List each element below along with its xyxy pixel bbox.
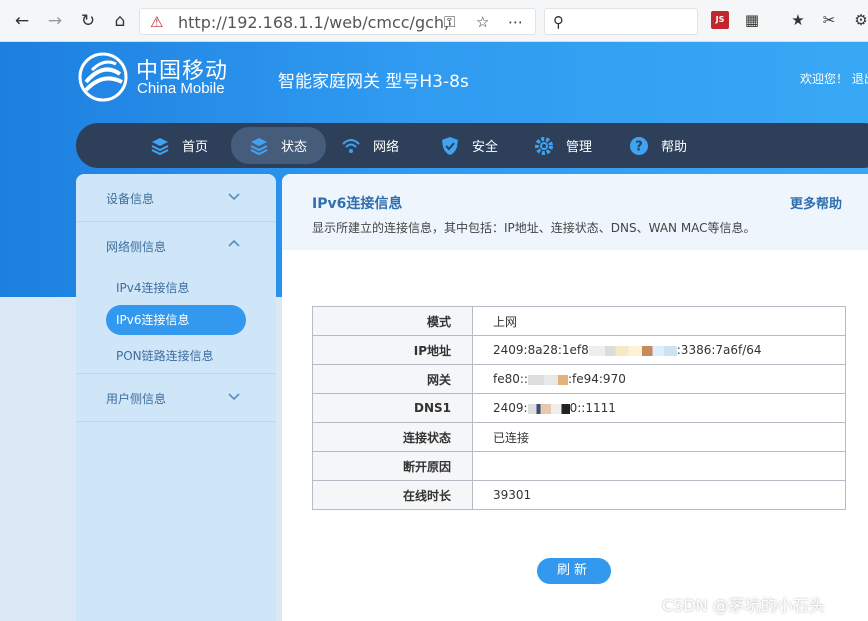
wifi-icon bbox=[342, 138, 360, 153]
row-value: 已连接 bbox=[472, 422, 846, 452]
nav-network-label: 网络 bbox=[373, 140, 400, 155]
row-value bbox=[472, 451, 846, 481]
ip-prefix: 2409:8a28:1ef8 bbox=[493, 343, 589, 357]
help-icon: ? bbox=[630, 136, 648, 155]
redacted-blur bbox=[588, 345, 677, 356]
back-icon[interactable]: ← bbox=[12, 11, 32, 31]
sidebar-group-label: 用户侧信息 bbox=[106, 392, 167, 406]
row-value: 39301 bbox=[472, 480, 846, 510]
redacted-blur bbox=[527, 403, 570, 414]
watermark: CSDN @茅坑的小石头 bbox=[662, 596, 825, 615]
nav-home-label: 首页 bbox=[182, 140, 209, 155]
gear-icon bbox=[535, 136, 553, 155]
nav-management[interactable]: 管理 bbox=[534, 127, 614, 164]
table-row: 网关 fe80:::fe94:970 bbox=[312, 364, 846, 394]
more-help-link[interactable]: 更多帮助 bbox=[790, 193, 842, 212]
sidebar-item-pon[interactable]: PON链路连接信息 bbox=[116, 347, 214, 364]
nav-management-label: 管理 bbox=[566, 140, 593, 155]
row-value: 2409:8a28:1ef8 :3386:7a6f/64 bbox=[472, 335, 846, 365]
table-row: 在线时长 39301 bbox=[312, 480, 846, 510]
main-panel: IPv6连接信息 更多帮助 显示所建立的连接信息，其中包括：IP地址、连接状态、… bbox=[282, 174, 868, 621]
gateway-suffix: :fe94:970 bbox=[567, 372, 626, 386]
nav-home[interactable]: 首页 bbox=[150, 127, 230, 164]
nav-help-label: 帮助 bbox=[661, 140, 688, 155]
row-key: IP地址 bbox=[312, 335, 473, 365]
chevron-up-icon bbox=[228, 239, 240, 247]
sidebar-item-ipv6[interactable]: IPv6连接信息 bbox=[106, 305, 246, 335]
grid-icon[interactable]: ▦ bbox=[743, 11, 761, 29]
chevron-down-icon bbox=[228, 393, 240, 401]
page-description: 显示所建立的连接信息，其中包括：IP地址、连接状态、DNS、WAN MAC等信息… bbox=[312, 221, 756, 235]
table-row: IP地址 2409:8a28:1ef8 :3386:7a6f/64 bbox=[312, 335, 846, 365]
js-extension-icon[interactable]: JS bbox=[711, 11, 729, 29]
forward-icon[interactable]: → bbox=[45, 11, 65, 31]
row-key: 连接状态 bbox=[312, 422, 473, 452]
scissors-icon[interactable]: ✂ bbox=[820, 11, 838, 29]
table-row: DNS1 2409: 0::1111 bbox=[312, 393, 846, 423]
china-mobile-logo-icon bbox=[78, 52, 128, 102]
sidebar-group-network-info[interactable]: 网络侧信息 IPv4连接信息 IPv6连接信息 PON链路连接信息 bbox=[76, 222, 276, 374]
nav-help[interactable]: ? 帮助 bbox=[629, 127, 709, 164]
row-key: DNS1 bbox=[312, 393, 473, 423]
address-bar[interactable]: ⚠ http://192.168.1.1/web/cmcc/gch, ⚿ ☆ ⋯ bbox=[139, 8, 536, 35]
refresh-button[interactable]: 刷新 bbox=[537, 558, 611, 584]
svg-text:?: ? bbox=[635, 139, 643, 154]
ipv6-info-table: 模式 上网 IP地址 2409:8a28:1ef8 :3386:7a6f/64 网… bbox=[312, 306, 846, 510]
row-value: 上网 bbox=[472, 306, 846, 336]
sidebar-group-label: 网络侧信息 bbox=[106, 240, 167, 254]
nav-security-label: 安全 bbox=[472, 140, 499, 155]
key-icon[interactable]: ⚿ bbox=[444, 13, 455, 31]
row-value: fe80:::fe94:970 bbox=[472, 364, 846, 394]
nav-status[interactable]: 状态 bbox=[231, 127, 326, 164]
row-key: 网关 bbox=[312, 364, 473, 394]
page-title: IPv6连接信息 bbox=[312, 196, 403, 212]
sidebar-item-ipv4[interactable]: IPv4连接信息 bbox=[116, 279, 190, 296]
row-key: 断开原因 bbox=[312, 451, 473, 481]
sidebar-group-label: 设备信息 bbox=[106, 192, 155, 206]
url-text: http://192.168.1.1/web/cmcc/gch, bbox=[178, 13, 450, 32]
more-extensions-icon[interactable]: ⚙ bbox=[852, 11, 868, 29]
reload-icon[interactable]: ↻ bbox=[78, 11, 98, 31]
main-header: IPv6连接信息 更多帮助 显示所建立的连接信息，其中包括：IP地址、连接状态、… bbox=[282, 174, 868, 250]
logo-en-text: China Mobile bbox=[137, 80, 225, 97]
row-key: 模式 bbox=[312, 306, 473, 336]
row-key: 在线时长 bbox=[312, 480, 473, 510]
chevron-down-icon bbox=[228, 193, 240, 201]
dns-suffix: 0::1111 bbox=[569, 401, 616, 415]
browser-toolbar: ← → ↻ ⌂ ⚠ http://192.168.1.1/web/cmcc/gc… bbox=[0, 0, 868, 42]
more-icon[interactable]: ⋯ bbox=[508, 13, 523, 31]
table-row: 连接状态 已连接 bbox=[312, 422, 846, 452]
favorites-icon[interactable]: ★ bbox=[789, 11, 807, 29]
dns-prefix: 2409: bbox=[493, 401, 528, 415]
table-row: 模式 上网 bbox=[312, 306, 846, 336]
table-row: 断开原因 bbox=[312, 451, 846, 481]
welcome-logout-link[interactable]: 欢迎您！ 退出 bbox=[800, 70, 868, 87]
home-icon[interactable]: ⌂ bbox=[110, 11, 130, 31]
layers-icon bbox=[151, 137, 169, 155]
nav-network[interactable]: 网络 bbox=[341, 127, 421, 164]
blocked-shield-icon[interactable]: ⚠ bbox=[150, 13, 163, 31]
search-box[interactable]: ⚲ bbox=[544, 8, 698, 35]
nav-status-label: 状态 bbox=[281, 140, 308, 155]
search-icon: ⚲ bbox=[553, 13, 564, 31]
top-navigation: 首页 状态 网络 安全 管理 ? 帮助 bbox=[76, 123, 868, 168]
star-icon[interactable]: ☆ bbox=[476, 13, 489, 31]
gateway-prefix: fe80:: bbox=[493, 372, 528, 386]
ip-suffix: :3386:7a6f/64 bbox=[676, 343, 762, 357]
sidebar-group-user-info[interactable]: 用户侧信息 bbox=[76, 374, 276, 422]
nav-security[interactable]: 安全 bbox=[440, 127, 520, 164]
redacted-blur bbox=[527, 374, 568, 385]
sidebar: 设备信息 网络侧信息 IPv4连接信息 IPv6连接信息 PON链路连接信息 用… bbox=[76, 174, 276, 621]
shield-icon bbox=[442, 136, 458, 155]
layers-icon bbox=[250, 137, 268, 155]
row-value: 2409: 0::1111 bbox=[472, 393, 846, 423]
sidebar-group-device-info[interactable]: 设备信息 bbox=[76, 174, 276, 222]
product-title: 智能家庭网关 型号H3-8s bbox=[278, 72, 469, 92]
